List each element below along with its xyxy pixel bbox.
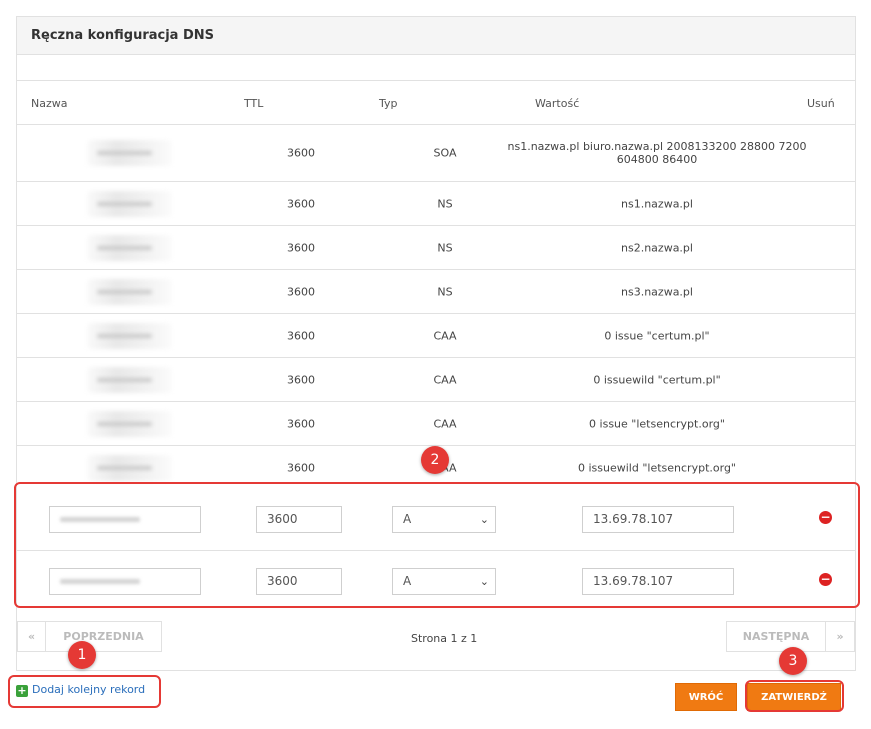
- highlight-add-record: [8, 675, 161, 708]
- record-type: NS: [437, 197, 453, 210]
- record-type: NS: [437, 285, 453, 298]
- first-page-button[interactable]: «: [17, 621, 46, 652]
- record-value: 0 issue "letsencrypt.org": [589, 417, 725, 430]
- highlight-edit-rows: [14, 482, 860, 608]
- record-ttl: 3600: [287, 373, 315, 386]
- back-button[interactable]: WRÓĆ: [675, 683, 737, 711]
- record-ttl: 3600: [287, 285, 315, 298]
- column-header-name: Nazwa: [31, 97, 68, 110]
- column-header-ttl: TTL: [244, 97, 264, 110]
- page-title: Ręczna konfiguracja DNS: [31, 28, 215, 43]
- record-value: 0 issuewild "certum.pl": [593, 373, 721, 386]
- record-value: 0 issue "certum.pl": [604, 329, 710, 342]
- record-ttl: 3600: [287, 417, 315, 430]
- column-header-value: Wartość: [535, 97, 580, 110]
- record-ttl: 3600: [287, 329, 315, 342]
- record-type: NS: [437, 241, 453, 254]
- annotation-badge-1: 1: [68, 641, 96, 669]
- redacted-name: [87, 454, 172, 481]
- redacted-name: [87, 234, 172, 261]
- redacted-name: [87, 366, 172, 393]
- record-type: SOA: [433, 146, 457, 160]
- table-row: 3600 CAA 0 issue "letsencrypt.org": [17, 402, 855, 446]
- table-header: Nazwa TTL Typ Wartość Usuń: [17, 81, 855, 125]
- redacted-name: [87, 140, 172, 166]
- record-type: CAA: [433, 329, 457, 342]
- record-value: ns2.nazwa.pl: [621, 241, 693, 254]
- record-ttl: 3600: [287, 197, 315, 210]
- record-type: CAA: [433, 417, 457, 430]
- record-ttl: 3600: [287, 461, 315, 474]
- table-row: 3600 SOA ns1.nazwa.pl biuro.nazwa.pl 200…: [17, 125, 855, 182]
- redacted-name: [87, 410, 172, 437]
- pagination: « POPRZEDNIA Strona 1 z 1 NASTĘPNA »: [17, 621, 855, 653]
- next-page-button[interactable]: NASTĘPNA: [726, 621, 826, 652]
- redacted-name: [87, 278, 172, 305]
- panel-header: Ręczna konfiguracja DNS: [17, 17, 855, 55]
- page-info: Strona 1 z 1: [411, 632, 478, 645]
- annotation-badge-3: 3: [779, 647, 807, 675]
- record-value: 0 issuewild "letsencrypt.org": [578, 461, 736, 474]
- table-row: 3600 CAA 0 issuewild "certum.pl": [17, 358, 855, 402]
- table-row: 3600 NS ns1.nazwa.pl: [17, 182, 855, 226]
- annotation-badge-2: 2: [421, 446, 449, 474]
- record-ttl: 3600: [287, 146, 315, 160]
- table-row: 3600 NS ns3.nazwa.pl: [17, 270, 855, 314]
- record-value: ns1.nazwa.pl biuro.nazwa.pl 2008133200 2…: [507, 140, 807, 166]
- column-header-type: Typ: [379, 97, 398, 110]
- redacted-name: [87, 322, 172, 349]
- table-row: 3600 CAA 0 issue "certum.pl": [17, 314, 855, 358]
- highlight-confirm: [745, 680, 844, 712]
- record-value: ns3.nazwa.pl: [621, 285, 693, 298]
- record-value: ns1.nazwa.pl: [621, 197, 693, 210]
- previous-page-button[interactable]: POPRZEDNIA: [45, 621, 162, 652]
- last-page-button[interactable]: »: [825, 621, 855, 652]
- table-row: 3600 NS ns2.nazwa.pl: [17, 226, 855, 270]
- column-header-delete: Usuń: [807, 97, 835, 110]
- redacted-name: [87, 190, 172, 217]
- record-type: CAA: [433, 373, 457, 386]
- record-ttl: 3600: [287, 241, 315, 254]
